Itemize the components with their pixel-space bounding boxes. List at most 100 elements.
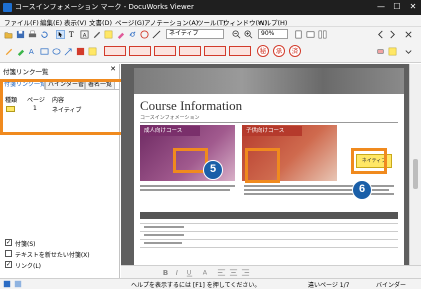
pencil-icon[interactable] [4,47,13,56]
adult-course-banner: 成人向けコース [140,126,200,136]
link-icon[interactable] [128,30,137,39]
close-doc-icon[interactable] [404,30,413,39]
link-checkbox[interactable]: ✓ [5,261,12,268]
status-binder: バインダー [376,282,407,289]
page-heading: Course Information [140,98,243,113]
align-center-icon[interactable] [229,268,238,277]
callout-link-right [245,148,280,183]
svg-text:I: I [176,268,178,277]
align-right-icon[interactable] [241,268,250,277]
menu-bar: ファイル(F) 編集(E) 表示(V) 文書(D) ページ(G) アノテーション… [0,15,421,27]
ellipse-tool-icon[interactable] [52,47,61,56]
svg-text:U: U [187,269,192,276]
receipt-stamp-button[interactable] [154,46,176,56]
format-bar: B I U A [121,265,421,278]
print-icon[interactable] [28,30,37,39]
text-box-icon[interactable]: A [80,30,89,39]
fit-width-icon[interactable] [306,30,315,39]
annotation-dropdown[interactable]: ネイティブ [166,29,224,39]
status-help-text: ヘルプを表示するには [F1] を押してください。 [131,282,261,289]
check-stamp-button[interactable] [204,46,226,56]
close-button[interactable]: ✕ [406,1,420,13]
stamp-approved[interactable]: 承 [273,45,285,57]
text-annotation-icon[interactable]: A [28,47,37,56]
svg-text:A: A [83,33,87,39]
rotate-icon[interactable] [40,30,49,39]
callout-sticky [351,148,387,174]
panel-title: 付箋リンク一覧 [3,68,49,76]
menu-view[interactable]: 表示(V) [64,17,87,27]
more-tools-icon[interactable] [404,47,413,56]
menu-tools[interactable]: ツール(T) [197,17,226,27]
date-stamp-button[interactable] [104,46,126,56]
align-left-icon[interactable] [217,268,226,277]
svg-text:A: A [29,47,34,56]
title-bar: コースインフォメーション マーク - DocuWorks Viewer — ☐ … [0,0,421,15]
reviewed-stamp-button[interactable] [229,46,251,56]
pen-icon[interactable] [92,30,101,39]
zoom-out-icon[interactable] [232,30,241,39]
zoom-in-icon[interactable] [244,30,253,39]
save-icon[interactable] [16,30,25,39]
panel-close-button[interactable]: ✕ [110,65,116,73]
font-color-icon[interactable]: A [201,268,210,277]
zoom-field[interactable]: 90% [258,29,288,39]
toolbar: T A ネイティブ 90% A 秘 承 済 [0,27,421,63]
underline-icon[interactable]: U [185,268,194,277]
callout-panel-list [0,79,125,135]
sticky-checkbox[interactable]: ✓ [5,239,12,246]
marker-icon[interactable] [116,30,125,39]
rectangle-tool-icon[interactable] [40,47,49,56]
text-tool-icon[interactable]: T [68,30,77,39]
svg-text:B: B [163,268,168,277]
page-view-icon[interactable] [318,30,327,39]
next-page-icon[interactable] [388,30,397,39]
callout-badge-6: 6 [352,180,372,200]
svg-text:A: A [203,269,208,276]
app-icon [3,3,12,12]
svg-text:T: T [69,30,74,39]
minimize-button[interactable]: — [374,1,388,13]
menu-document[interactable]: 文書(D) [89,17,112,27]
scroll-thumb[interactable] [413,159,418,189]
approval-stamp-button[interactable] [129,46,151,56]
fit-page-icon[interactable] [294,30,303,39]
window-title: コースインフォメーション マーク - DocuWorks Viewer [15,3,194,11]
menu-file[interactable]: ファイル(F) [4,17,39,27]
sticky-note-icon[interactable] [388,47,397,56]
vertical-scrollbar[interactable] [409,64,421,278]
prev-page-icon[interactable] [376,30,385,39]
arrow-tool-icon[interactable] [64,47,73,56]
status-thumb-icon [14,280,22,288]
menu-edit[interactable]: 編集(E) [40,17,62,27]
sticky-checkbox-label: 付箋(S) [15,241,36,248]
line-tool-icon[interactable] [152,30,161,39]
note-annotation-icon[interactable] [88,47,97,56]
text-sticky-checkbox-label: テキストを新せたい付箋(X) [15,252,90,259]
header-photo [134,68,404,94]
stamp-done[interactable]: 済 [289,45,301,57]
kids-course-banner: 子供向けコース [242,126,302,136]
color-icon[interactable] [76,47,85,56]
maximize-button[interactable]: ☐ [390,1,404,13]
open-icon[interactable] [4,30,13,39]
status-bar: ヘルプを表示するには [F1] を押してください。 違いページ 1/7 バインダ… [0,278,421,289]
menu-page[interactable]: ページ(G) [115,17,144,27]
eraser-icon[interactable] [376,47,385,56]
bold-icon[interactable]: B [161,268,170,277]
note-tool-icon[interactable] [104,30,113,39]
italic-icon[interactable]: I [173,268,182,277]
status-page-icon [3,280,11,288]
confirm-stamp-button[interactable] [179,46,201,56]
select-tool-icon[interactable] [56,30,65,39]
divider [140,122,398,123]
stamp-tool-icon[interactable] [140,30,149,39]
menu-annotation[interactable]: アノテーション(A) [144,17,198,27]
stamp-confidential[interactable]: 秘 [257,45,269,57]
highlighter-icon[interactable] [16,47,25,56]
status-page-count: 違いページ 1/7 [308,282,350,289]
table-header [140,212,398,219]
page-subheading: コースインフォメーション [140,115,200,121]
text-sticky-checkbox[interactable] [5,250,12,257]
menu-help[interactable]: ヘルプ(H) [258,17,287,27]
